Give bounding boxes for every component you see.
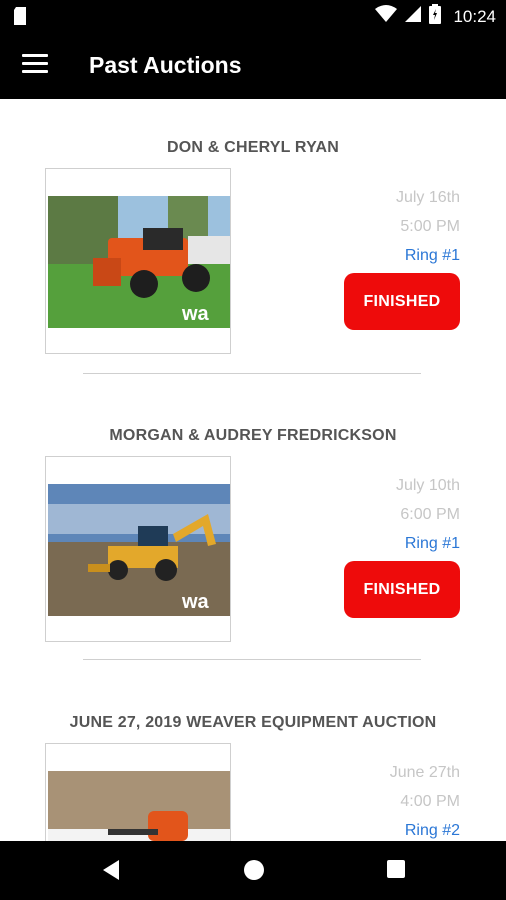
auction-time: 5:00 PM [400, 218, 460, 235]
auction-thumbnail[interactable] [45, 743, 231, 841]
equipment-photo [48, 771, 230, 841]
status-icons: 10:24 [375, 4, 496, 29]
home-icon[interactable] [243, 859, 265, 886]
auction-list[interactable]: DON & CHERYL RYAN wa July 16th 5:00 PM R… [0, 99, 506, 841]
divider [83, 659, 421, 660]
system-nav-bar [0, 841, 506, 900]
cell-signal-icon [405, 5, 422, 28]
app-bar: Past Auctions [0, 32, 506, 99]
finished-button[interactable]: FINISHED [344, 273, 460, 330]
status-bar: 10:24 [0, 0, 506, 32]
sd-card-icon [12, 6, 28, 31]
backhoe-photo: wa [48, 484, 230, 616]
auction-date: July 16th [395, 189, 460, 206]
auction-ring-link[interactable]: Ring #1 [405, 535, 460, 553]
svg-text:wa: wa [181, 303, 210, 325]
auction-title: JUNE 27, 2019 WEAVER EQUIPMENT AUCTION [69, 714, 437, 731]
hamburger-menu-icon[interactable] [22, 54, 48, 74]
finished-button[interactable]: FINISHED [344, 561, 460, 618]
battery-icon [429, 4, 442, 29]
divider [83, 373, 421, 374]
clock: 10:24 [453, 6, 496, 26]
auction-thumbnail[interactable]: wa [45, 456, 231, 642]
wifi-icon [375, 5, 398, 28]
auction-time: 6:00 PM [400, 506, 460, 523]
auction-ring-link[interactable]: Ring #1 [405, 247, 460, 265]
auction-date: July 10th [395, 477, 460, 494]
auction-time: 4:00 PM [400, 793, 460, 810]
tractor-photo: wa [48, 196, 230, 328]
auction-title: MORGAN & AUDREY FREDRICKSON [109, 427, 397, 444]
auction-date: June 27th [389, 764, 460, 781]
auction-ring-link[interactable]: Ring #2 [405, 822, 460, 840]
back-icon[interactable] [101, 859, 121, 886]
svg-text:wa: wa [181, 591, 210, 613]
auction-thumbnail[interactable]: wa [45, 168, 231, 354]
page-title: Past Auctions [89, 52, 242, 78]
auction-title: DON & CHERYL RYAN [166, 139, 340, 156]
recents-icon[interactable] [386, 859, 406, 884]
